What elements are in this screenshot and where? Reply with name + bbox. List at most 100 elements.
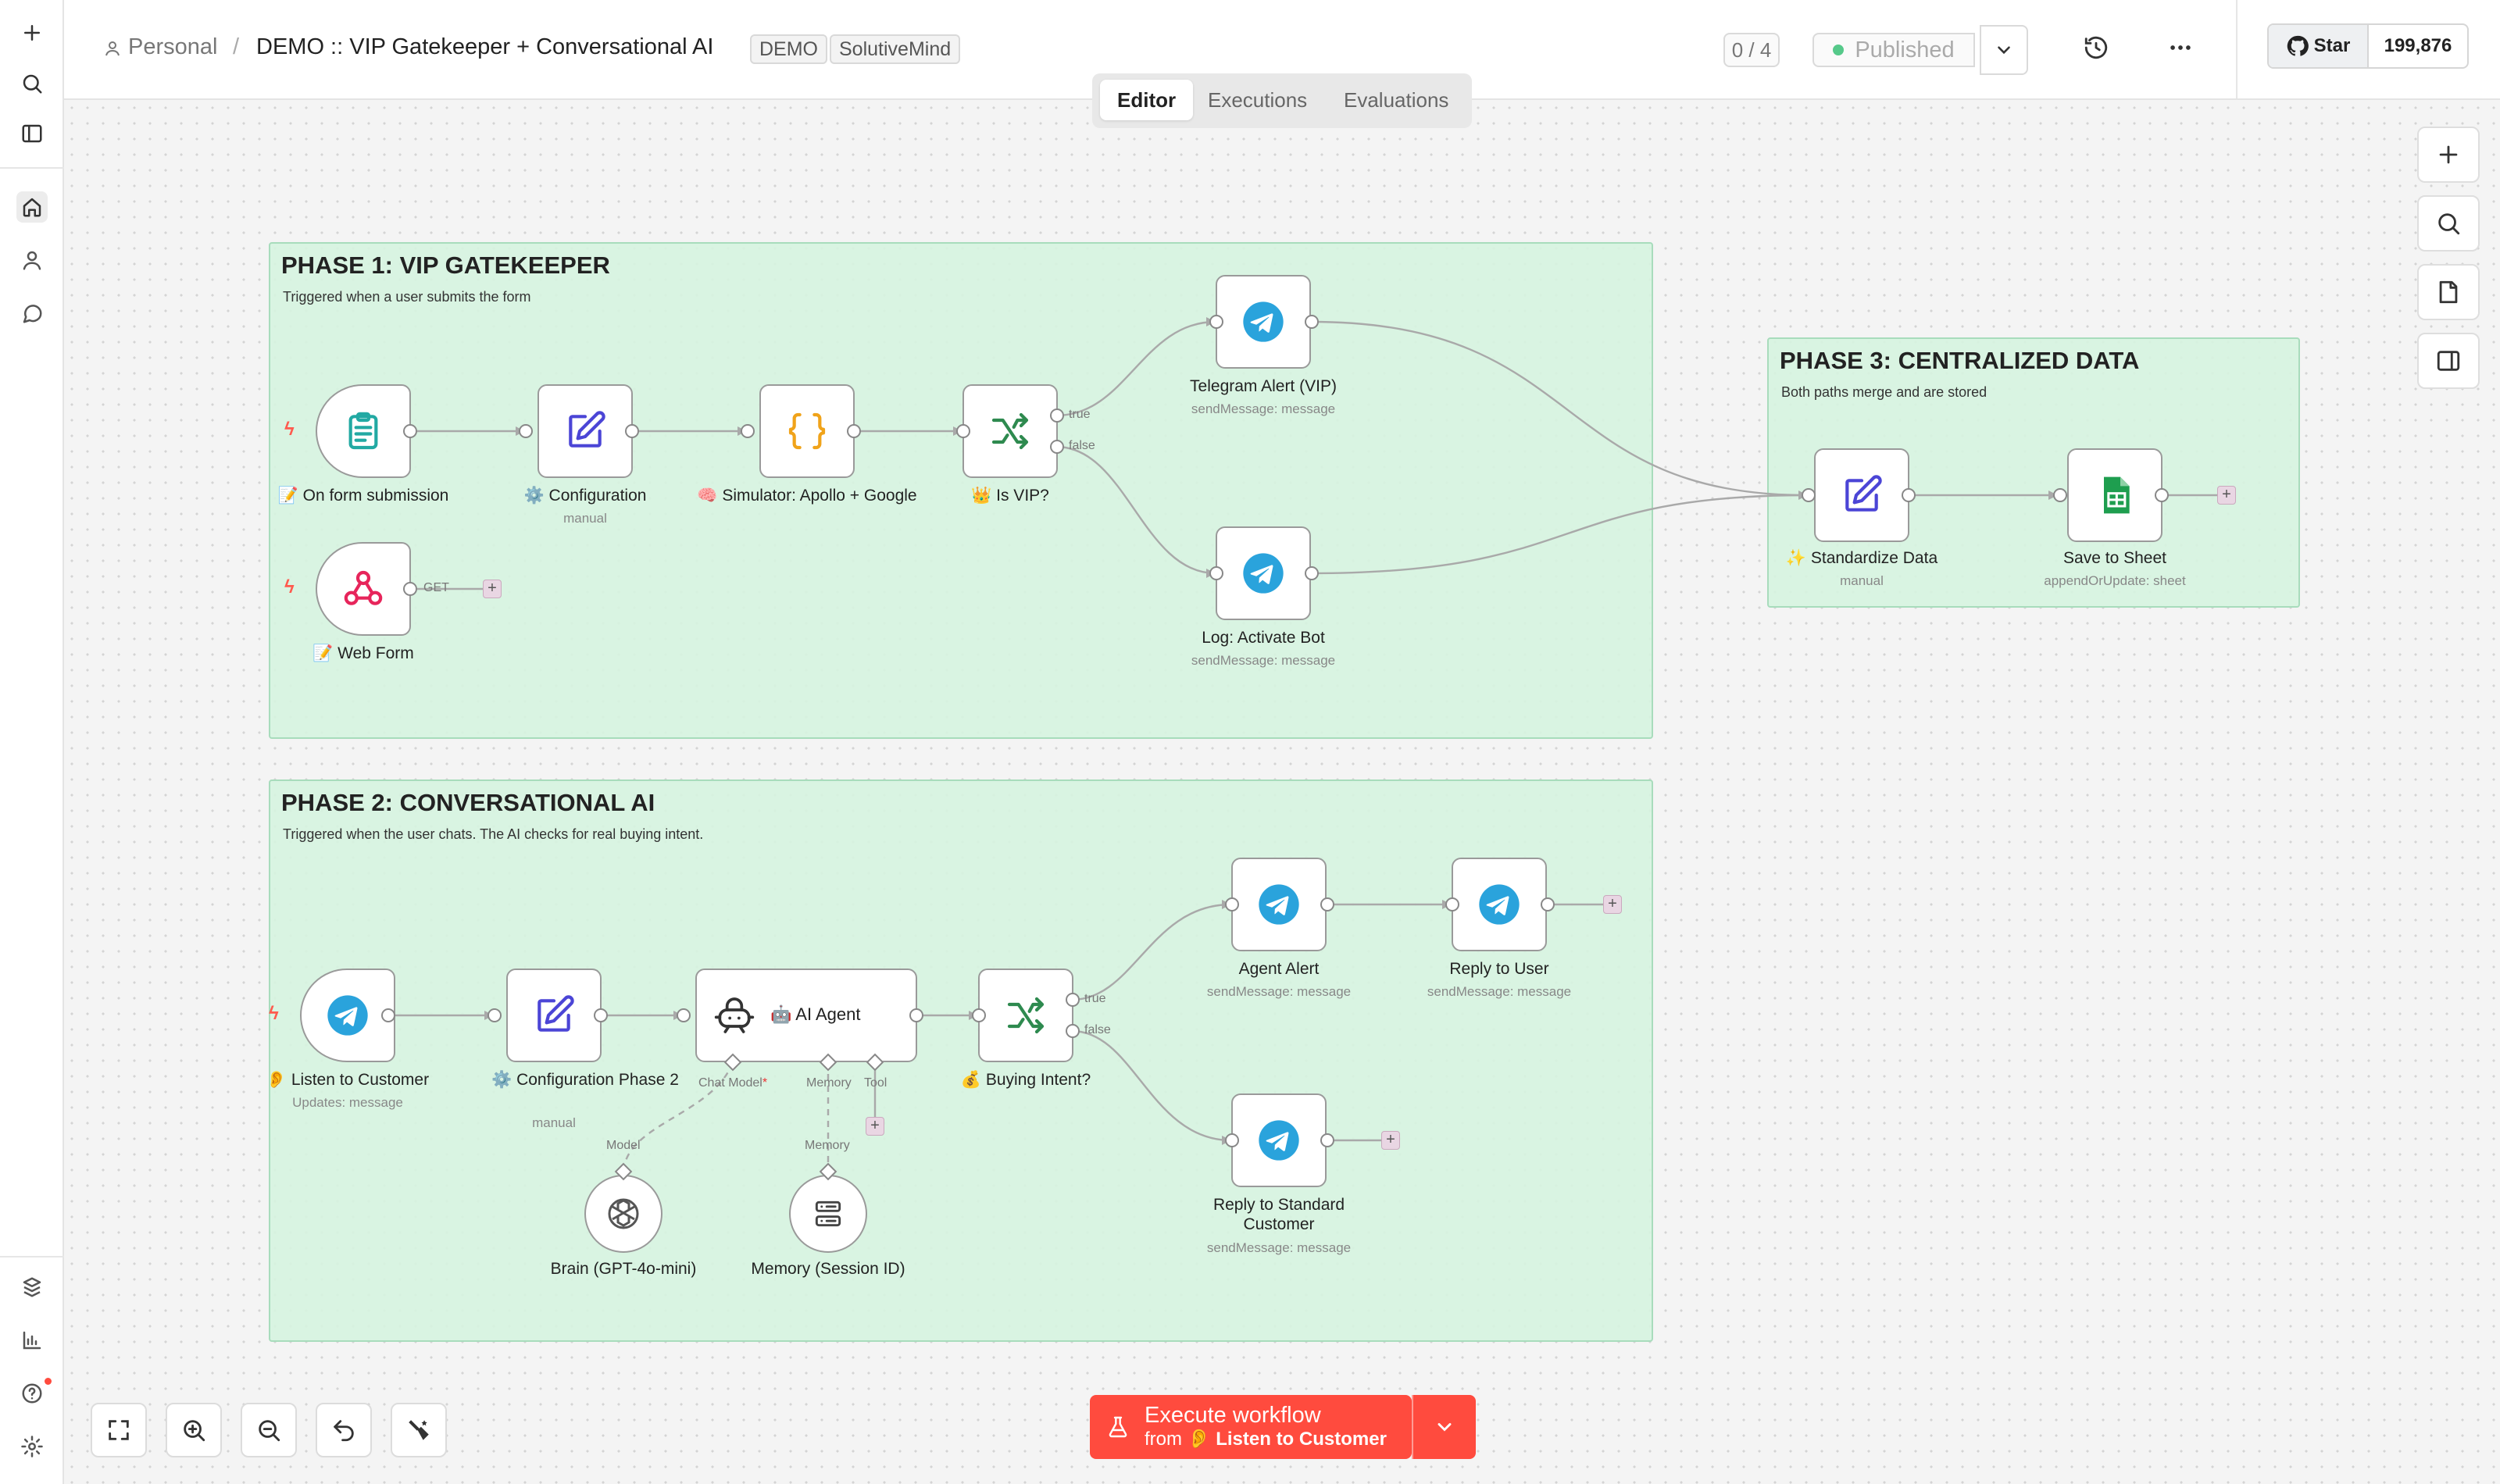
tidy-up-button[interactable]	[391, 1403, 447, 1457]
fit-view-button[interactable]	[91, 1403, 147, 1457]
input-port[interactable]	[519, 424, 533, 438]
zoom-in-button[interactable]	[166, 1403, 222, 1457]
more-options-icon[interactable]	[2167, 34, 2194, 65]
input-port[interactable]	[972, 1008, 986, 1022]
add-node-panel-button[interactable]	[2417, 127, 2480, 183]
output-port[interactable]	[381, 1008, 395, 1022]
workflow-title[interactable]: DEMO :: VIP Gatekeeper + Conversational …	[256, 34, 713, 60]
settings-icon[interactable]	[16, 1431, 48, 1462]
tool-port-label: Tool	[864, 1076, 888, 1090]
input-port[interactable]	[1225, 1133, 1239, 1147]
search-nodes-button[interactable]	[2417, 195, 2480, 251]
toggle-panel-button[interactable]	[2417, 333, 2480, 389]
node-subtitle: manual	[563, 511, 607, 526]
output-port[interactable]	[594, 1008, 608, 1022]
chat-icon[interactable]	[16, 298, 48, 329]
node-web-form[interactable]	[316, 542, 411, 636]
input-port[interactable]	[2053, 488, 2067, 502]
node-agent-alert[interactable]	[1231, 858, 1327, 951]
output-port[interactable]	[625, 424, 639, 438]
node-standardize-data[interactable]	[1814, 448, 1909, 542]
node-label: 📝 On form submission	[277, 487, 449, 505]
input-port[interactable]	[677, 1008, 691, 1022]
undo-button[interactable]	[316, 1403, 372, 1457]
node-reply-to-user[interactable]	[1452, 858, 1547, 951]
search-icon[interactable]	[16, 68, 48, 99]
input-port[interactable]	[1802, 488, 1816, 502]
output-port-false[interactable]	[1050, 440, 1064, 454]
input-port[interactable]	[741, 424, 755, 438]
output-port[interactable]	[847, 424, 861, 438]
input-port[interactable]	[1225, 897, 1239, 911]
output-port[interactable]	[1305, 566, 1319, 580]
output-port-false[interactable]	[1066, 1024, 1080, 1038]
input-port[interactable]	[1209, 566, 1223, 580]
telegram-icon	[1259, 1120, 1299, 1161]
output-port[interactable]	[403, 582, 417, 596]
templates-icon[interactable]	[16, 1272, 48, 1303]
toggle-sidebar-icon[interactable]	[16, 118, 48, 149]
node-is-vip[interactable]	[962, 384, 1058, 478]
published-status[interactable]: Published	[1812, 33, 1975, 67]
execute-options-button[interactable]	[1412, 1395, 1476, 1459]
input-port[interactable]	[956, 424, 970, 438]
add-node-button[interactable]: +	[1603, 895, 1622, 914]
progress-badge[interactable]: 0 / 4	[1723, 33, 1780, 67]
node-buying-intent[interactable]	[978, 969, 1073, 1062]
switch-route-icon	[991, 412, 1029, 450]
tag-demo[interactable]: DEMO	[750, 34, 827, 64]
node-save-to-sheet[interactable]	[2067, 448, 2162, 542]
publish-dropdown-button[interactable]	[1980, 25, 2028, 75]
node-log-activate-bot[interactable]	[1216, 526, 1311, 620]
help-icon[interactable]	[16, 1378, 52, 1409]
zoom-in-icon	[184, 1420, 205, 1442]
workflow-canvas[interactable]: PHASE 1: VIP GATEKEEPER Triggered when a…	[64, 100, 2500, 1484]
github-star-widget[interactable]: Star 199,876	[2267, 23, 2469, 69]
node-on-form-submission[interactable]	[316, 384, 411, 478]
input-port[interactable]	[1445, 897, 1459, 911]
zoom-out-icon	[259, 1420, 280, 1442]
node-configuration[interactable]	[538, 384, 633, 478]
node-ai-agent[interactable]: 🤖 AI Agent	[695, 969, 917, 1062]
edge-log-standardize	[1310, 494, 1809, 575]
output-port[interactable]	[1320, 1133, 1334, 1147]
output-port[interactable]	[1305, 315, 1319, 329]
node-reply-to-standard-customer[interactable]	[1231, 1093, 1327, 1187]
output-port[interactable]	[909, 1008, 923, 1022]
tab-executions[interactable]: Executions	[1191, 80, 1324, 120]
edge-label-false: false	[1069, 439, 1095, 452]
add-tool-button[interactable]: +	[866, 1117, 884, 1136]
node-brain-gpt[interactable]	[584, 1175, 662, 1253]
execute-workflow-button[interactable]: Execute workflow from 👂 Listen to Custom…	[1090, 1395, 1476, 1459]
tag-solutivemind[interactable]: SolutiveMind	[830, 34, 961, 64]
node-simulator[interactable]	[759, 384, 855, 478]
input-port[interactable]	[488, 1008, 502, 1022]
output-port[interactable]	[1320, 897, 1334, 911]
add-node-button[interactable]: +	[1381, 1131, 1400, 1150]
node-configuration-phase-2[interactable]	[506, 969, 602, 1062]
output-port[interactable]	[1902, 488, 1916, 502]
output-port[interactable]	[1541, 897, 1555, 911]
zoom-out-button[interactable]	[241, 1403, 297, 1457]
history-icon[interactable]	[2083, 34, 2109, 65]
user-icon[interactable]	[16, 244, 48, 276]
breadcrumb-project[interactable]: Personal	[128, 34, 217, 60]
tab-evaluations[interactable]: Evaluations	[1327, 80, 1466, 120]
breadcrumb-separator: /	[233, 34, 240, 59]
telegram-icon	[1243, 301, 1284, 342]
insights-icon[interactable]	[16, 1325, 48, 1356]
github-star-button[interactable]: Star	[2269, 25, 2369, 67]
add-node-button[interactable]: +	[2217, 486, 2236, 505]
home-icon[interactable]	[16, 191, 48, 223]
add-icon[interactable]	[16, 17, 48, 48]
input-port[interactable]	[1209, 315, 1223, 329]
output-port[interactable]	[2155, 488, 2169, 502]
node-telegram-alert-vip[interactable]	[1216, 275, 1311, 369]
add-node-button[interactable]: +	[483, 580, 502, 598]
tab-editor[interactable]: Editor	[1100, 80, 1194, 120]
output-port[interactable]	[403, 424, 417, 438]
output-port-true[interactable]	[1066, 993, 1080, 1007]
node-memory-session[interactable]	[789, 1175, 867, 1253]
add-sticky-note-button[interactable]	[2417, 264, 2480, 320]
output-port-true[interactable]	[1050, 408, 1064, 423]
